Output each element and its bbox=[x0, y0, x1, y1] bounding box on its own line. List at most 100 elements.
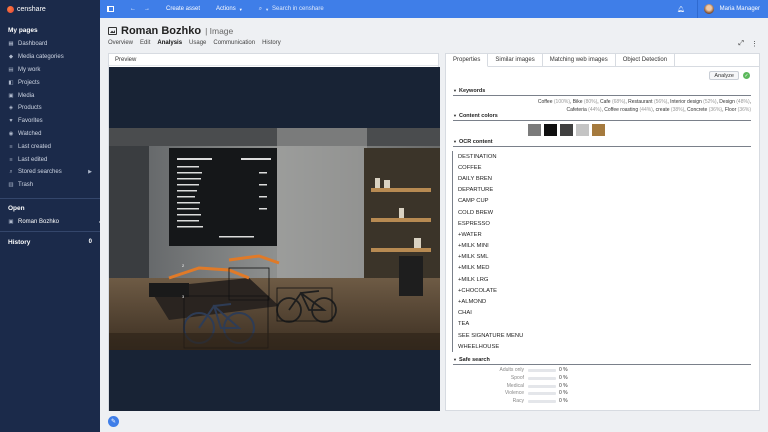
sidebar-item-label: Last created bbox=[18, 143, 52, 150]
header-actions: ⤢ ⋮ bbox=[738, 40, 758, 48]
tab-history[interactable]: History bbox=[262, 40, 281, 46]
safe-search-list: Adults only 0 % Spoof 0 % Medical 0 % Violence… bbox=[446, 367, 761, 406]
keyword-item: Cafeteria (44%) bbox=[566, 107, 601, 113]
search-input[interactable]: Search in censhare bbox=[272, 6, 324, 12]
actions-label: Actions bbox=[216, 6, 236, 12]
ocr-line: DESTINATION bbox=[458, 153, 497, 160]
keywords-list: Coffee (100%), Bike (80%), Cafe (68%), R… bbox=[537, 99, 751, 113]
keyword-score: (52%) bbox=[703, 99, 717, 105]
user-menu[interactable]: Maria Manager bbox=[703, 0, 768, 18]
history-title: History bbox=[8, 238, 31, 246]
properties-panel: Properties Similar images Matching web ima… bbox=[445, 53, 760, 411]
sidebar-item-media[interactable]: ▣ Media bbox=[0, 89, 100, 102]
actions-menu[interactable]: Actions ▼ bbox=[216, 0, 243, 18]
notifications-button[interactable]: 🔔︎ bbox=[671, 0, 691, 18]
safe-search-value: 0 % bbox=[559, 382, 568, 389]
image-icon: ▣ bbox=[8, 218, 14, 225]
sidebar-item-label: Favorites bbox=[18, 118, 43, 125]
product-icon: ◈ bbox=[8, 105, 14, 112]
brand-name: censhare bbox=[17, 5, 46, 13]
forward-button[interactable]: → bbox=[140, 0, 154, 18]
arrow-left-icon: ← bbox=[130, 6, 136, 12]
color-swatch bbox=[544, 124, 557, 136]
ocr-section-header[interactable]: ▼ OCR content bbox=[453, 139, 751, 147]
keyword-name: Restaurant bbox=[628, 99, 653, 105]
keyword-score: (80%) bbox=[583, 99, 598, 105]
sidebar-item-dashboard[interactable]: ▦ Dashboard bbox=[0, 38, 100, 51]
safe-search-value: 0 % bbox=[559, 398, 568, 405]
active-marker bbox=[99, 218, 102, 225]
sidebar-item-last-created[interactable]: ≡ Last created bbox=[0, 140, 100, 153]
safe-search-row: Adults only 0 % bbox=[446, 367, 761, 375]
ocr-line: DAILY BREN bbox=[458, 175, 492, 182]
sidebar-item-last-edited[interactable]: ≡ Last edited bbox=[0, 153, 100, 166]
keyword-name: create bbox=[655, 106, 670, 113]
keyword-score: (68%) bbox=[611, 99, 626, 105]
tab-overview[interactable]: Overview bbox=[108, 40, 133, 46]
keywords-section-header[interactable]: ▼ Keywords bbox=[453, 88, 751, 96]
keyword-score: (36%) bbox=[737, 106, 751, 113]
sidebar-item-projects[interactable]: ◧ Projects bbox=[0, 76, 100, 89]
keyword-name: Design bbox=[719, 99, 735, 105]
ocr-line: COFFEE bbox=[458, 164, 482, 171]
more-options-icon[interactable]: ⋮ bbox=[751, 40, 758, 48]
keyword-score: (100%) bbox=[553, 99, 570, 105]
back-button[interactable]: ← bbox=[126, 0, 140, 18]
keywords-title: Keywords bbox=[458, 88, 486, 94]
logo[interactable]: censhare bbox=[0, 0, 100, 18]
create-asset-button[interactable]: Create asset bbox=[166, 0, 200, 18]
search-box[interactable]: ⌕ ▼ Search in censhare bbox=[259, 6, 324, 13]
tab-object-detection[interactable]: Object Detection bbox=[616, 54, 676, 66]
tab-matching-web-images[interactable]: Matching web images bbox=[543, 54, 616, 66]
sidebar-item-watched[interactable]: ◉ Watched bbox=[0, 128, 100, 141]
preview-image[interactable]: 3 2 bbox=[109, 128, 440, 350]
panel-tabs: Properties Similar images Matching web ima… bbox=[446, 54, 759, 67]
ocr-line: DEPARTURE bbox=[458, 187, 494, 194]
sidebar-item-my-work[interactable]: ▤ My work bbox=[0, 64, 100, 77]
tab-analysis[interactable]: Analysis bbox=[157, 40, 182, 46]
content-colors-section-header[interactable]: ▼ Content colors bbox=[453, 113, 751, 121]
keyword-name: Cafeteria bbox=[566, 106, 587, 113]
sidebar-item-trash[interactable]: ▥ Trash bbox=[0, 179, 100, 192]
open-item-label: Roman Bozhko bbox=[18, 218, 60, 225]
keyword-item: Concrete (36%) bbox=[687, 107, 722, 113]
tab-similar-images[interactable]: Similar images bbox=[488, 54, 543, 66]
sidebar: censhare My pages ▦ Dashboard ◆ Media categ… bbox=[0, 0, 102, 432]
sidebar-item-label: Last edited bbox=[18, 156, 48, 163]
ocr-line: +CHOCOLATE bbox=[458, 287, 498, 294]
tab-communication[interactable]: Communication bbox=[213, 40, 255, 46]
top-bar: ← → Create asset Actions ▼ ⌕ ▼ Search in… bbox=[100, 0, 768, 18]
ocr-line: CHAI bbox=[458, 310, 472, 317]
ocr-line: +WATER bbox=[458, 231, 482, 238]
expand-icon[interactable]: ⤢ bbox=[738, 40, 744, 48]
safe-search-section-header[interactable]: ▼ Safe search bbox=[453, 357, 751, 365]
tab-usage[interactable]: Usage bbox=[189, 40, 206, 46]
open-item-roman-bozhko[interactable]: ▣ Roman Bozhko bbox=[0, 216, 102, 229]
keyword-item: Coffee roasting (44%) bbox=[604, 107, 653, 113]
ocr-line: +MILK MINI bbox=[458, 243, 489, 250]
triangle-down-icon: ▼ bbox=[453, 88, 457, 93]
analyze-button[interactable]: Analyze bbox=[709, 71, 739, 80]
sidebar-item-stored-searches[interactable]: ⌕ Stored searches ▶ bbox=[0, 166, 100, 179]
sidebar-item-media-categories[interactable]: ◆ Media categories bbox=[0, 51, 100, 64]
safe-search-label: Adults only bbox=[499, 367, 524, 373]
ocr-list: DESTINATION COFFEE DAILY BREN DEPARTURE CAMP… bbox=[452, 151, 751, 353]
history-section[interactable]: History 0 bbox=[0, 236, 100, 248]
edit-fab-button[interactable]: ✎ bbox=[108, 416, 119, 427]
sidebar-item-favorites[interactable]: ♥ Favorites bbox=[0, 115, 100, 128]
toggle-sidebar-button[interactable] bbox=[100, 0, 120, 18]
ocr-line: COLD BREW bbox=[458, 209, 494, 216]
safe-search-row: Spoof 0 % bbox=[446, 375, 761, 383]
page-title: Roman Bozhko bbox=[121, 25, 202, 37]
preview-header: Preview bbox=[109, 54, 438, 66]
image-icon: ▣ bbox=[8, 92, 14, 99]
ocr-line: +MILK SML bbox=[458, 254, 489, 261]
keyword-item: Interior design (52%) bbox=[670, 99, 716, 105]
ocr-line: +MILK MED bbox=[458, 265, 490, 272]
tab-edit[interactable]: Edit bbox=[140, 40, 150, 46]
color-swatches bbox=[528, 124, 605, 136]
avatar bbox=[703, 4, 714, 14]
sidebar-item-products[interactable]: ◈ Products bbox=[0, 102, 100, 115]
tab-properties[interactable]: Properties bbox=[446, 54, 489, 67]
color-swatch bbox=[528, 124, 541, 136]
